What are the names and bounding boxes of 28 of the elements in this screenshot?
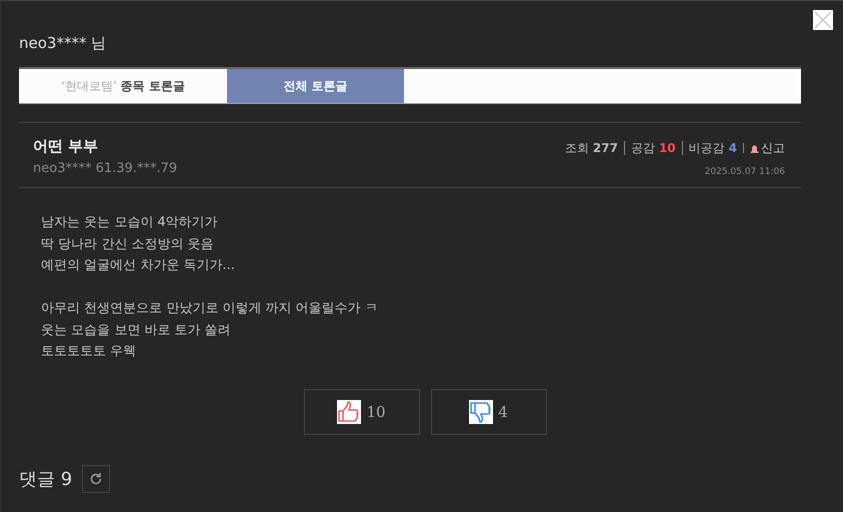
body-text-line: 예편의 얼굴에선 차가운 독기가...	[41, 257, 236, 275]
dislike-button[interactable]: 4	[430, 388, 546, 434]
body-text-line: 딱 당나라 간신 소정방의 웃음	[41, 236, 215, 254]
stat-value: 10	[658, 141, 676, 155]
body-text-line: 웃는 모습을 보면 바로 토가 쏠려	[41, 322, 232, 340]
body-text-line: 아무리 천생연분으로 만났기로 이렇게 까지 어울릴수가 ㅋ	[41, 300, 379, 318]
thumbs-up-icon	[337, 400, 362, 424]
post-author: neo3**** 61.39.***.79	[33, 161, 178, 176]
post-title: 어떤 부부	[33, 137, 100, 156]
stat-label: 비공감	[688, 141, 725, 155]
stat-label: 공감	[630, 141, 655, 155]
stat-value: 4	[728, 141, 737, 155]
thumbs-down-icon	[469, 400, 494, 424]
post-date: 2025.05.07 11:06	[704, 167, 785, 177]
body-text-line: 토토토토토 우웩	[41, 343, 138, 361]
stat-label: 조회	[564, 141, 589, 155]
siren-icon	[750, 144, 759, 152]
body-text-line: 남자는 웃는 모습이 4악하기가	[41, 214, 219, 232]
refresh-button[interactable]	[82, 464, 110, 492]
tab[interactable]: ‘현대로템’ 종목 토론글	[19, 69, 227, 103]
like-button[interactable]: 10	[304, 388, 420, 434]
user-title: neo3**** 님	[19, 34, 108, 54]
close-icon	[813, 10, 833, 30]
report-link[interactable]: 신고	[761, 143, 785, 153]
comments-heading: 댓글 9	[19, 468, 72, 490]
stat-value: 277	[592, 141, 618, 155]
tab[interactable]: 전체 토론글	[227, 69, 404, 103]
refresh-icon	[89, 472, 104, 486]
